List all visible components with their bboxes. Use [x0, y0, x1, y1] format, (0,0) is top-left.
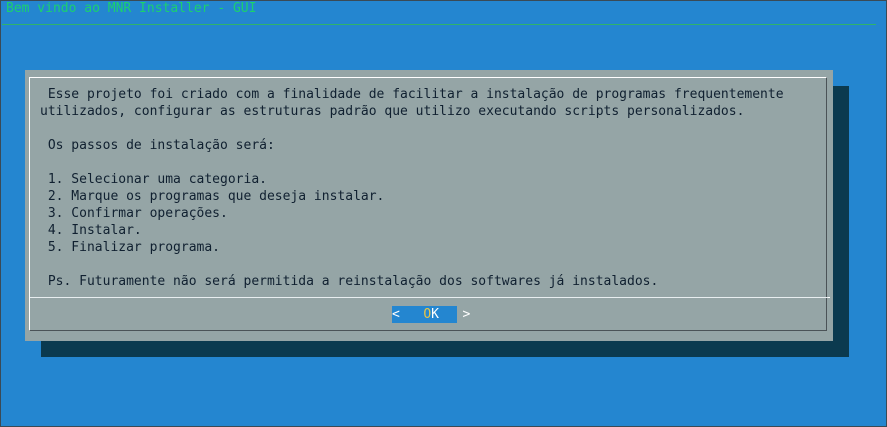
dialog-text-line: Os passos de instalação será: — [40, 138, 275, 153]
dialog-text-line: 4. Instalar. — [40, 223, 142, 238]
dialog-text-line: utilizados, configurar as estruturas pad… — [40, 104, 745, 119]
backtitle-underline — [2, 24, 876, 25]
dialog-text-line: 1. Selecionar uma categoria. — [40, 172, 267, 187]
dialog-text-line: 5. Finalizar programa. — [40, 240, 221, 255]
dialog-text-line: Ps. Futuramente não será permitida a rei… — [40, 274, 659, 289]
dialog-separator-tick — [828, 297, 830, 298]
message-dialog: Esse projeto foi criado com a finalidade… — [25, 70, 833, 341]
ok-button-hotkey: O — [423, 307, 432, 322]
dialog-button-separator — [30, 297, 829, 298]
ok-button-left-bracket: < — [392, 307, 400, 322]
ok-button[interactable]: < OK > — [392, 306, 470, 323]
ok-button-right-bracket: > — [462, 307, 471, 322]
backtitle: Bem vindo ao MNR Installer - GUI — [6, 1, 257, 16]
dialog-text-line: 2. Marque os programas que deseja instal… — [40, 189, 385, 204]
dialog-text-line: Esse projeto foi criado com a finalidade… — [40, 87, 784, 102]
dialog-text-line: 3. Confirmar operações. — [40, 206, 228, 221]
ok-button-label: K — [431, 307, 439, 322]
